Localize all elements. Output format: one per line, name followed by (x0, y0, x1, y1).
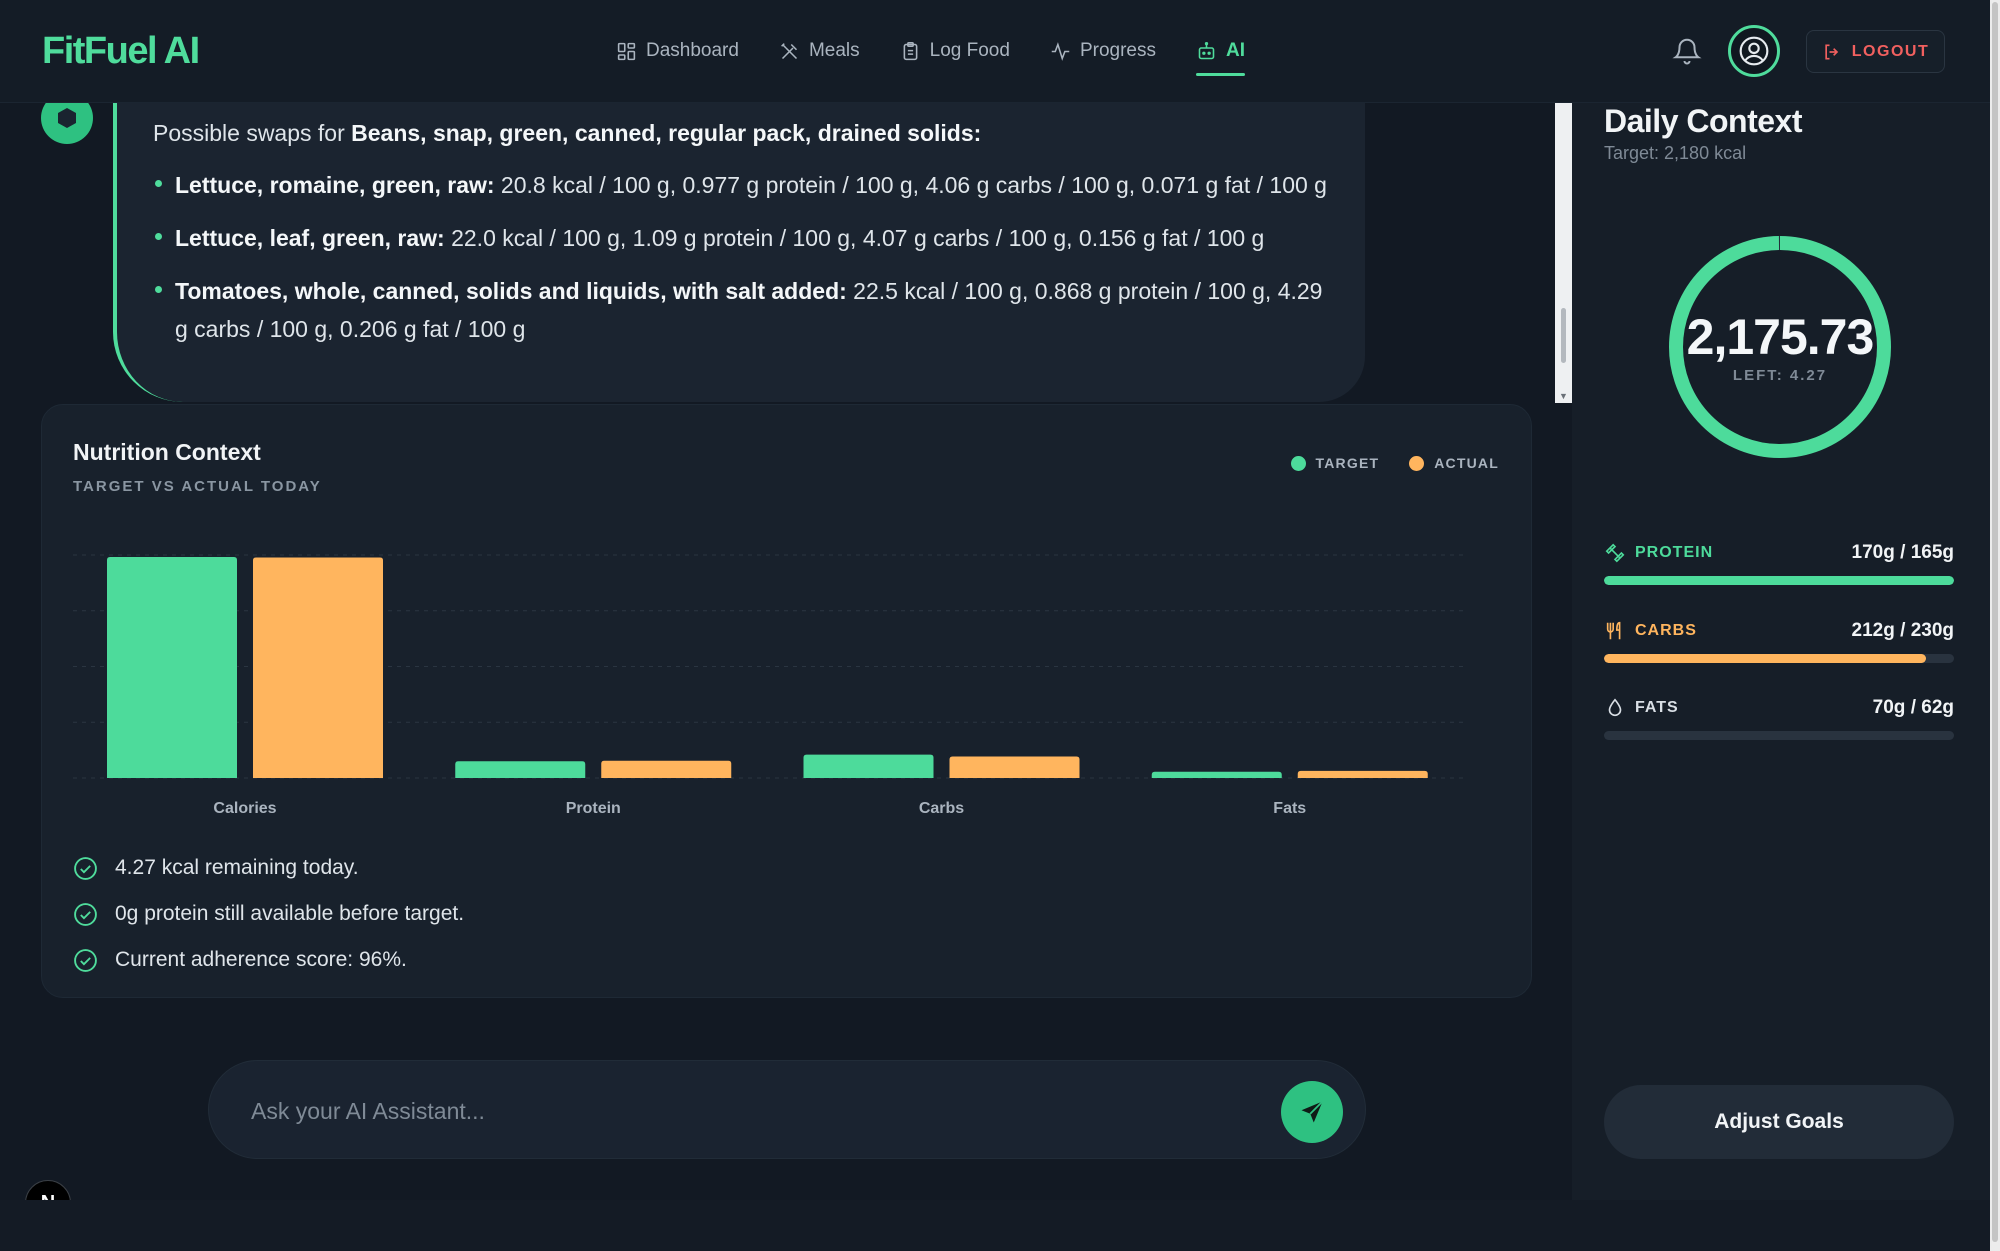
message-intro-prefix: Possible swaps for (153, 120, 352, 146)
macro-value: 170g / 165g (1851, 542, 1954, 563)
robot-icon (1198, 41, 1215, 59)
nav-meals-label: Meals (808, 40, 860, 61)
chat-input[interactable] (251, 1089, 1211, 1133)
check-circle-icon (74, 948, 97, 972)
bar-target-protein (455, 761, 586, 778)
page-scrollbar-thumb[interactable] (1992, 2, 1998, 1242)
macro-label: PROTEIN (1635, 544, 1714, 561)
macro-progress-track (1604, 731, 1954, 740)
swap-details: 20.8 kcal / 100 g, 0.977 g protein / 100… (494, 172, 1327, 198)
macro-fats: FATS 70g / 62g (1604, 695, 1954, 740)
list-item: Tomatoes, whole, canned, solids and liqu… (153, 272, 1331, 348)
x-tick-label: Calories (213, 800, 276, 817)
dumbbell-icon (1605, 543, 1625, 563)
macro-name: CARBS (1604, 620, 1697, 642)
chat-scrollbar[interactable]: ▼ (1555, 103, 1572, 403)
x-tick-label: Protein (566, 800, 621, 817)
insights-list: 4.27 kcal remaining today. 0g protein st… (73, 845, 464, 983)
x-tick-label: Carbs (919, 800, 964, 817)
sidebar-subtitle: Target: 2,180 kcal (1604, 143, 1747, 163)
utensils-icon (781, 42, 798, 59)
macro-progress-fill (1604, 654, 1926, 663)
bar-target-carbs (803, 754, 934, 778)
bar-actual-protein (601, 760, 732, 778)
nav-ai-label: AI (1225, 40, 1245, 61)
nutrition-bar-chart: Calories Protein Carbs Fats (73, 554, 1466, 817)
insight-text: 4.27 kcal remaining today. (115, 856, 359, 879)
logout-button[interactable]: LOGOUT (1806, 30, 1945, 73)
send-button[interactable] (1281, 1081, 1343, 1143)
bar-target-calories (107, 557, 237, 778)
main-nav: Dashboard Meals Log Food Progress AI (616, 34, 1285, 76)
list-item: Current adherence score: 96%. (73, 937, 464, 983)
insight-text: Current adherence score: 96%. (115, 948, 407, 971)
swap-name: Lettuce, romaine, green, raw: (175, 172, 495, 198)
nav-dashboard[interactable]: Dashboard (616, 34, 739, 68)
macro-name: PROTEIN (1604, 542, 1713, 564)
dashboard-icon (617, 42, 636, 60)
macro-value: 70g / 62g (1872, 697, 1954, 718)
macro-label: FATS (1635, 699, 1679, 716)
list-item: Lettuce, romaine, green, raw: 20.8 kcal … (153, 166, 1331, 204)
bell-icon[interactable] (1672, 35, 1702, 67)
clipboard-icon (903, 41, 918, 60)
macro-value: 212g / 230g (1851, 620, 1954, 641)
bar-actual-carbs (949, 756, 1080, 778)
swap-list: Lettuce, romaine, green, raw: 20.8 kcal … (153, 166, 1331, 348)
chat-scrollbar-thumb[interactable] (1561, 308, 1566, 363)
logout-label: LOGOUT (1851, 42, 1930, 60)
ring-left: LEFT: 4.27 (1732, 367, 1828, 384)
macro-name: FATS (1604, 697, 1679, 719)
sidebar-title: Daily Context (1604, 103, 1802, 139)
check-circle-icon (74, 856, 97, 880)
list-item: 4.27 kcal remaining today. (73, 845, 464, 891)
bottom-strip (0, 1200, 1990, 1251)
nav-log-food[interactable]: Log Food (900, 34, 1010, 68)
nav-ai[interactable]: AI (1195, 34, 1245, 76)
activity-icon (1051, 41, 1070, 61)
adjust-goals-button[interactable]: Adjust Goals (1604, 1085, 1954, 1159)
message-intro-food: Beans, snap, green, canned, regular pack… (351, 120, 982, 146)
nav-dashboard-label: Dashboard (646, 40, 739, 61)
fork-knife-icon (1606, 621, 1621, 640)
app-logo[interactable]: FitFuel AI (42, 30, 200, 73)
scroll-down-arrow-icon[interactable]: ▼ (1559, 391, 1568, 401)
swap-details: 22.0 kcal / 100 g, 1.09 g protein / 100 … (444, 225, 1265, 251)
nav-log-food-label: Log Food (929, 40, 1010, 61)
bar-actual-calories (253, 557, 383, 778)
nav-progress-label: Progress (1079, 40, 1156, 61)
user-avatar[interactable] (1728, 25, 1780, 77)
x-tick-label: Fats (1273, 800, 1306, 817)
swap-name: Lettuce, leaf, green, raw: (175, 225, 445, 251)
ring-value: 2,175.73 (1686, 309, 1875, 365)
bar-target-fats (1151, 771, 1282, 778)
message-intro: Possible swaps for Beans, snap, green, c… (153, 114, 1331, 152)
chat-input-bar (208, 1060, 1366, 1159)
insight-text: 0g protein still available before target… (115, 902, 465, 925)
send-icon (1301, 1100, 1324, 1123)
list-item: 0g protein still available before target… (73, 891, 464, 937)
bar-actual-fats (1297, 770, 1428, 778)
daily-context-sidebar: Daily Context Target: 2,180 kcal 2,175.7… (1572, 103, 1990, 1200)
hexagon-icon (58, 108, 76, 128)
user-circle-icon (1739, 36, 1769, 66)
macro-carbs: CARBS 212g / 230g (1604, 618, 1954, 663)
logout-icon (1825, 44, 1838, 59)
macro-label: CARBS (1635, 622, 1697, 639)
macro-progress-fill (1604, 576, 1954, 585)
nav-progress[interactable]: Progress (1050, 34, 1156, 68)
macro-protein: PROTEIN 170g / 165g (1604, 540, 1954, 585)
check-circle-icon (74, 902, 97, 926)
list-item: Lettuce, leaf, green, raw: 22.0 kcal / 1… (153, 219, 1331, 257)
assistant-message: Possible swaps for Beans, snap, green, c… (113, 92, 1365, 402)
top-navbar: FitFuel AI Dashboard Meals Log Food Prog… (0, 0, 1990, 103)
macro-progress-track (1604, 654, 1954, 663)
nutrition-context-card: Nutrition Context TARGET VS ACTUAL TODAY… (41, 404, 1532, 998)
droplet-icon (1608, 698, 1622, 717)
macro-progress-track (1604, 576, 1954, 585)
page-scrollbar[interactable] (1990, 0, 2000, 1251)
swap-name: Tomatoes, whole, canned, solids and liqu… (175, 278, 847, 304)
nav-meals[interactable]: Meals (779, 34, 860, 68)
